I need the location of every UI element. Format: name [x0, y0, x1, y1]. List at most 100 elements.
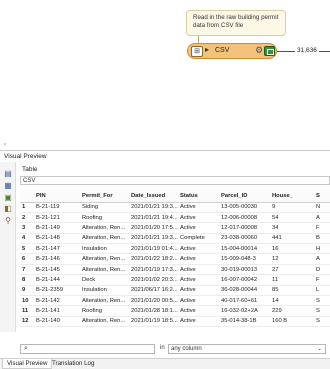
table-cell[interactable]: Alteration, Ren...: [80, 233, 129, 245]
tab-visual-preview[interactable]: Visual Preview: [2, 359, 53, 369]
table-cell[interactable]: Complete: [178, 233, 219, 245]
table-cell[interactable]: Active: [178, 202, 219, 213]
table-cell[interactable]: 160 B: [270, 316, 314, 328]
table-row[interactable]: 7 B-21-145 Alteration, Ren... 2021/01/19 17…: [20, 264, 330, 276]
table-cell[interactable]: Active: [178, 285, 219, 297]
column-header[interactable]: Date_Issued: [129, 190, 178, 203]
gear-icon[interactable]: ⚙: [255, 45, 263, 56]
table-cell[interactable]: Deck: [80, 274, 129, 286]
table-cell[interactable]: 15-009-048-3: [219, 253, 270, 265]
table-cell[interactable]: 30-019-00013: [219, 264, 270, 276]
table-cell[interactable]: Roofing: [80, 212, 129, 224]
table-cell[interactable]: N: [314, 202, 330, 213]
connection-line-out[interactable]: [319, 51, 330, 52]
table-cell[interactable]: Alteration, Ren...: [80, 222, 129, 234]
table-view-icon[interactable]: ▤: [3, 169, 13, 178]
table-cell[interactable]: B-21-121: [34, 212, 80, 224]
table-cell[interactable]: 2021/01/19 01:4...: [129, 243, 178, 255]
table-cell[interactable]: H: [314, 243, 330, 255]
table-cell[interactable]: D: [314, 264, 330, 276]
table-cell[interactable]: B-21-147: [34, 243, 80, 255]
table-cell[interactable]: Insulation: [80, 285, 129, 297]
panel-divider[interactable]: [0, 150, 330, 151]
table-row[interactable]: 12 B-21-140 Alteration, Ren... 2021/01/19 1…: [20, 316, 330, 328]
reader-annotation[interactable]: Read in the raw building permit data fro…: [186, 10, 286, 36]
table-cell[interactable]: 16-032-02+2A: [219, 305, 270, 317]
table-cell[interactable]: 2021/01/22 18:2...: [129, 253, 178, 265]
table-cell[interactable]: 36-028-00044: [219, 285, 270, 297]
table-cell[interactable]: Active: [178, 212, 219, 224]
table-cell[interactable]: 85: [270, 285, 314, 297]
column-header[interactable]: PIN: [34, 190, 80, 203]
table-cell[interactable]: 27: [270, 264, 314, 276]
output-port-icon[interactable]: [264, 46, 275, 56]
table-cell[interactable]: B-21-2359: [34, 285, 80, 297]
table-cell[interactable]: S: [314, 295, 330, 307]
workspace-canvas[interactable]: Read in the raw building permit data fro…: [0, 0, 330, 148]
table-cell[interactable]: Alteration, Ren...: [80, 295, 129, 307]
table-row[interactable]: 3 B-21-149 Alteration, Ren... 2021/01/20 17…: [20, 222, 330, 234]
table-cell[interactable]: Active: [178, 316, 219, 328]
table-row[interactable]: 2 B-21-121 Roofing 2021/01/21 19:4... Active…: [20, 212, 330, 224]
table-cell[interactable]: S: [314, 305, 330, 317]
table-cell[interactable]: 16-007-00042: [219, 274, 270, 286]
row-number[interactable]: 9: [20, 285, 34, 297]
table-cell[interactable]: B-21-142: [34, 295, 80, 307]
feature-info-icon[interactable]: ◧: [3, 204, 13, 213]
table-row[interactable]: 11 B-21-141 Roofing 2021/01/28 18:1... Activ…: [20, 305, 330, 317]
table-cell[interactable]: 14: [270, 295, 314, 307]
table-cell[interactable]: 15-004-00014: [219, 243, 270, 255]
tab-translation-log[interactable]: Translation Log: [48, 359, 98, 369]
table-row[interactable]: 9 B-21-2359 Insulation 2021/06/17 16:2... Ac…: [20, 285, 330, 297]
table-cell[interactable]: Alteration, Ren...: [80, 253, 129, 265]
table-cell[interactable]: 12: [270, 253, 314, 265]
table-cell[interactable]: 12-017-00008: [219, 222, 270, 234]
table-cell[interactable]: Alteration, Ren...: [80, 316, 129, 328]
table-cell[interactable]: F: [314, 222, 330, 234]
table-cell[interactable]: B-21-140: [34, 316, 80, 328]
table-cell[interactable]: 2021/01/28 18:1...: [129, 305, 178, 317]
table-cell[interactable]: 40-017-60+61: [219, 295, 270, 307]
row-number[interactable]: 6: [20, 253, 34, 265]
row-number[interactable]: 2: [20, 212, 34, 224]
table-row[interactable]: 6 B-21-146 Alteration, Ren... 2021/01/22 18…: [20, 253, 330, 265]
column-header[interactable]: House_: [270, 190, 314, 203]
column-header[interactable]: S: [314, 190, 330, 203]
table-cell[interactable]: Active: [178, 253, 219, 265]
table-row[interactable]: 1 B-21-119 Siding 2021/01/21 19:3... Active 1…: [20, 202, 330, 213]
table-cell[interactable]: Active: [178, 274, 219, 286]
row-number[interactable]: 7: [20, 264, 34, 276]
table-cell[interactable]: 2021/06/17 16:2...: [129, 285, 178, 297]
row-number[interactable]: 11: [20, 305, 34, 317]
table-row[interactable]: 8 B-21-144 Deck 2021/01/02 20:3... Active 16-…: [20, 274, 330, 286]
table-cell[interactable]: 12-006-00008: [219, 212, 270, 224]
table-cell[interactable]: Active: [178, 243, 219, 255]
table-cell[interactable]: B-21-148: [34, 233, 80, 245]
table-cell[interactable]: B-21-141: [34, 305, 80, 317]
table-cell[interactable]: 2021/01/20 00:5...: [129, 295, 178, 307]
table-cell[interactable]: B-21-149: [34, 222, 80, 234]
table-cell[interactable]: Roofing: [80, 305, 129, 317]
connection-line[interactable]: [277, 51, 295, 52]
table-cell[interactable]: B-21-145: [34, 264, 80, 276]
table-cell[interactable]: Active: [178, 264, 219, 276]
table-cell[interactable]: Active: [178, 295, 219, 307]
column-header[interactable]: Parcel_ID: [219, 190, 270, 203]
table-cell[interactable]: 2021/01/19 17:3...: [129, 264, 178, 276]
table-cell[interactable]: B-21-119: [34, 202, 80, 213]
map-view-icon[interactable]: ▣: [3, 193, 13, 202]
table-cell[interactable]: Active: [178, 305, 219, 317]
table-cell[interactable]: 2021/01/21 19:4...: [129, 212, 178, 224]
table-cell[interactable]: 54: [270, 212, 314, 224]
table-cell[interactable]: 2021/01/21 19:3...: [129, 202, 178, 213]
table-cell[interactable]: 2021/01/02 20:3...: [129, 274, 178, 286]
table-cell[interactable]: Active: [178, 222, 219, 234]
table-cell[interactable]: A: [314, 212, 330, 224]
table-cell[interactable]: 2021/01/21 19:3...: [129, 233, 178, 245]
table-cell[interactable]: B-21-146: [34, 253, 80, 265]
table-cell[interactable]: 11: [270, 274, 314, 286]
inspect-icon[interactable]: ⚲: [3, 216, 13, 225]
table-cell[interactable]: 441: [270, 233, 314, 245]
table-cell[interactable]: A: [314, 253, 330, 265]
table-cell[interactable]: Alteration, Ren...: [80, 264, 129, 276]
